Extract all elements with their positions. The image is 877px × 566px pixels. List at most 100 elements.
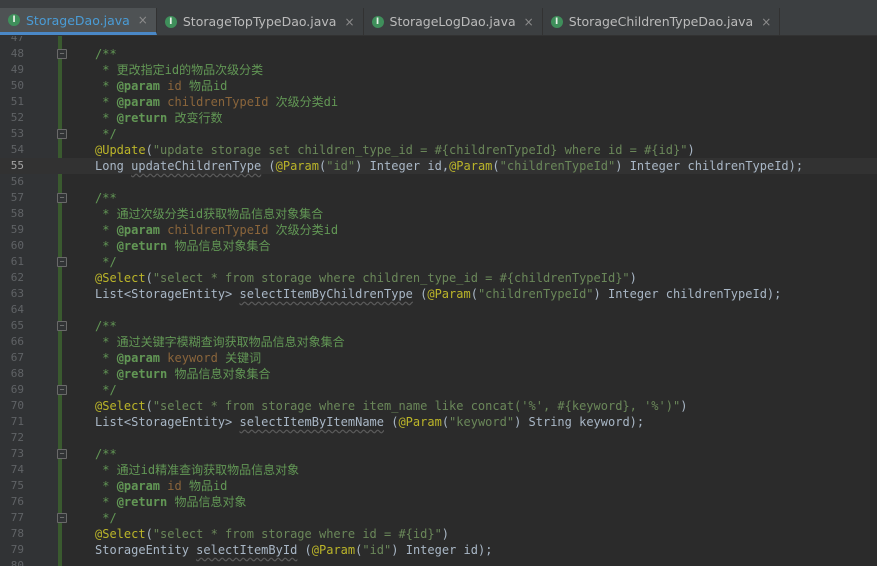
code-line[interactable]: 69 − */ [0,382,877,398]
fold-toggle-icon[interactable]: − [57,513,67,523]
code-token-plain: id, [427,159,450,173]
code-token-type: Integer [369,159,428,173]
fold-toggle-icon[interactable]: − [57,129,67,139]
code-token-punc: ) [514,415,529,429]
line-number: 74 [10,463,24,476]
code-line[interactable]: 56 [0,174,877,190]
code-text: /** [95,46,117,62]
code-editor[interactable]: 47 48−/** 49 * 更改指定id的物品次级分类 50 * @param id… [0,36,877,566]
code-token-doc: 物品id [181,479,228,493]
code-token-doc: 次级分类di [268,95,339,109]
code-line[interactable]: 61 − */ [0,254,877,270]
code-text: */ [95,126,116,142]
code-token-doc: /** [95,447,117,461]
code-token-method: selectItemByItemName [239,415,385,429]
code-token-plain: ( [384,415,399,429]
fold-toggle-icon[interactable]: − [57,321,67,331]
code-line[interactable]: 66 * 通过关键字模糊查询获取物品信息对象集合 [0,334,877,350]
code-line[interactable]: 75 * @param id 物品id [0,478,877,494]
code-line[interactable]: 74 * 通过id精准查询获取物品信息对象 [0,462,877,478]
code-line[interactable]: 70 @Select("select * from storage where i… [0,398,877,414]
code-token-punc: ( [145,399,153,413]
line-number: 52 [10,111,24,124]
fold-toggle-icon[interactable]: − [57,449,67,459]
code-token-tag: @param [116,479,161,493]
code-line[interactable]: 67 * @param keyword 关键词 [0,350,877,366]
fold-toggle-icon[interactable]: − [57,49,67,59]
code-token-doc: * [95,351,117,365]
line-number: 66 [10,335,24,348]
code-text: List<StorageEntity> selectItemByChildren… [95,286,781,302]
code-token-doc: /** [95,191,117,205]
code-token-punc: ) [687,143,695,157]
interface-file-icon: I [8,14,20,26]
code-token-doc: * 通过id精准查询获取物品信息对象 [95,463,300,477]
code-line[interactable]: 53 − */ [0,126,877,142]
code-token-str: "keyword" [449,415,515,429]
code-text: /** [95,318,117,334]
code-line[interactable]: 77 − */ [0,510,877,526]
code-line[interactable]: 60 * @return 物品信息对象集合 [0,238,877,254]
code-line[interactable]: 79 StorageEntity selectItemById (@Param("… [0,542,877,558]
close-icon[interactable]: × [761,15,771,29]
code-token-punc: ) [391,543,406,557]
code-line[interactable]: 63 List<StorageEntity> selectItemByChildr… [0,286,877,302]
code-line[interactable]: 51 * @param childrenTypeId 次级分类di [0,94,877,110]
fold-toggle-icon[interactable]: − [57,257,67,267]
line-number: 63 [10,287,24,300]
close-icon[interactable]: × [344,15,354,29]
code-token-ann: @Param [311,543,356,557]
code-token-tag: @return [116,367,168,381]
code-line[interactable]: 62 @Select("select * from storage where c… [0,270,877,286]
code-line[interactable]: 47 [0,36,877,46]
code-line[interactable]: 65 − /** [0,318,877,334]
close-icon[interactable]: × [138,13,148,27]
code-text: * @param keyword 关键词 [95,350,261,366]
code-line[interactable]: 52 * @return 改变行数 [0,110,877,126]
code-line[interactable]: 80 [0,558,877,566]
code-text: */ [95,254,116,270]
code-token-pname: id [167,79,182,93]
code-line[interactable]: 49 * 更改指定id的物品次级分类 [0,62,877,78]
tab-storagechildrentypedao[interactable]: I StorageChildrenTypeDao.java × [543,8,781,35]
code-token-doc: 物品信息对象集合 [167,239,271,253]
code-token-doc: * [95,223,117,237]
fold-toggle-icon[interactable]: − [57,385,67,395]
code-token-punc: ) [680,399,688,413]
line-number: 67 [10,351,24,364]
code-token-ann: @Select [95,399,146,413]
fold-toggle-icon[interactable]: − [57,193,67,203]
code-line[interactable]: 55 Long updateChildrenType (@Param("id") … [0,158,877,174]
code-line[interactable]: 64 [0,302,877,318]
code-line[interactable]: 54 @Update("update storage set children_t… [0,142,877,158]
line-number: 75 [10,479,24,492]
code-line[interactable]: 71 List<StorageEntity> selectItemByItemNa… [0,414,877,430]
code-token-punc: ( [470,287,478,301]
code-line[interactable]: 73 − /** [0,446,877,462]
code-token-doc: /** [95,47,117,61]
code-token-str: "childrenTypeId" [499,159,616,173]
code-line[interactable]: 68 * @return 物品信息对象集合 [0,366,877,382]
code-token-punc: ) [355,159,370,173]
code-line[interactable]: 50 * @param id 物品id [0,78,877,94]
code-line[interactable]: 57 − /** [0,190,877,206]
code-line[interactable]: 76 * @return 物品信息对象 [0,494,877,510]
code-token-doc: * [95,495,117,509]
close-icon[interactable]: × [524,15,534,29]
code-token-type: Integer [607,287,666,301]
code-token-type: List<StorageEntity> [95,415,240,429]
line-number: 71 [10,415,24,428]
code-line[interactable]: 72 [0,430,877,446]
code-token-doc: * 通过关键字模糊查询获取物品信息对象集合 [95,335,345,349]
code-line[interactable]: 58 * 通过次级分类id获取物品信息对象集合 [0,206,877,222]
code-text: */ [95,382,116,398]
code-line[interactable]: 48 − /** [0,46,877,62]
code-token-doc: 物品id [181,79,228,93]
code-line[interactable]: 59 * @param childrenTypeId 次级分类id [0,222,877,238]
tab-storagedao[interactable]: I StorageDao.java × [0,8,157,35]
code-line[interactable]: 78 @Select("select * from storage where i… [0,526,877,542]
tab-storagetoptypedao[interactable]: I StorageTopTypeDao.java × [157,8,364,35]
code-text: * 通过id精准查询获取物品信息对象 [95,462,299,478]
code-token-type: Long [95,159,132,173]
tab-storagelogdao[interactable]: I StorageLogDao.java × [364,8,543,35]
